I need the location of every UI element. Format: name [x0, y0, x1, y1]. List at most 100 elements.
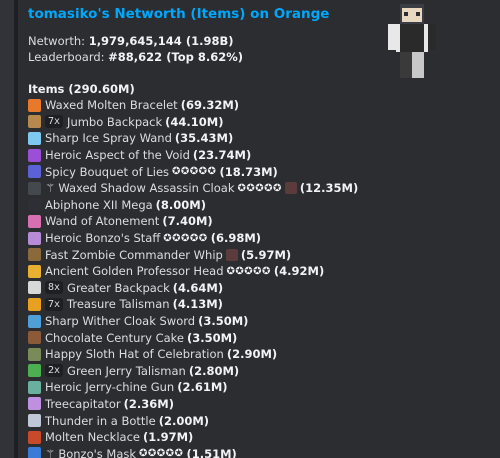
item-row: Spicy Bouquet of Lies ✪✪✪✪✪ (18.73M) — [28, 163, 498, 180]
item-value: (4.92M) — [273, 264, 325, 279]
item-icon — [28, 198, 41, 212]
item-name: Heroic Jerry-chine Gun — [45, 380, 175, 395]
item-quantity: 2x — [45, 364, 64, 378]
item-name: Waxed Shadow Assassin Cloak — [58, 181, 235, 196]
networth-label: Networth: — [28, 34, 86, 48]
item-name: Molten Necklace — [45, 430, 140, 445]
item-value: (18.73M) — [219, 164, 278, 179]
item-prefix-symbol: ⚚ — [45, 181, 56, 196]
item-row: Ancient Golden Professor Head ✪✪✪✪✪ (4.92M… — [28, 263, 498, 280]
item-name: Fast Zombie Commander Whip — [45, 247, 223, 262]
item-row: Heroic Aspect of the Void (23.74M) — [28, 147, 498, 164]
item-row: Waxed Molten Bracelet (69.32M) — [28, 97, 498, 114]
item-name: Wand of Atonement — [45, 214, 160, 229]
item-icon — [28, 248, 41, 262]
item-row: Happy Sloth Hat of Celebration (2.90M) — [28, 346, 498, 363]
items-header: Items (290.60M) — [28, 82, 135, 96]
item-value: (2.00M) — [158, 413, 210, 428]
item-icon — [28, 281, 41, 295]
item-value: (12.35M) — [299, 181, 359, 196]
item-row: Wand of Atonement (7.40M) — [28, 213, 498, 230]
item-icon — [28, 165, 41, 179]
item-row: Fast Zombie Commander Whip (5.97M) — [28, 246, 498, 263]
item-stars: ✪✪✪✪✪ — [237, 182, 282, 194]
item-icon — [28, 447, 41, 458]
item-prefix-symbol: ⚚ — [45, 446, 56, 458]
item-name: Sharp Ice Spray Wand — [45, 131, 172, 146]
item-row: Thunder in a Bottle (2.00M) — [28, 412, 498, 429]
item-row: Sharp Ice Spray Wand (35.43M) — [28, 130, 498, 147]
item-name: Spicy Bouquet of Lies — [45, 164, 170, 179]
item-value: (1.97M) — [142, 430, 194, 445]
networth-value: 1,979,645,144 (1.98B) — [88, 34, 234, 48]
item-value: (4.13M) — [172, 297, 223, 312]
item-icon — [28, 364, 41, 378]
item-name: Ancient Golden Professor Head — [45, 264, 224, 279]
item-name: Jumbo Backpack — [67, 114, 163, 129]
item-value: (3.50M) — [186, 330, 238, 345]
item-name: Sharp Wither Cloak Sword — [45, 314, 196, 329]
item-value: (1.51M) — [186, 446, 237, 458]
item-name: Greater Backpack — [67, 280, 170, 295]
item-row: Abiphone XII Mega (8.00M) — [28, 197, 498, 214]
item-row: ⚚ Waxed Shadow Assassin Cloak ✪✪✪✪✪ (12.35M… — [28, 180, 498, 197]
item-name: Bonzo's Mask — [58, 446, 137, 458]
player-skin-thumbnail — [388, 4, 436, 78]
item-row: 7x Jumbo Backpack (44.10M) — [28, 114, 498, 131]
item-name: Chocolate Century Cake — [45, 330, 184, 345]
item-row: Sharp Wither Cloak Sword (3.50M) — [28, 313, 498, 330]
item-name: Heroic Aspect of the Void — [45, 148, 190, 163]
item-icon — [28, 397, 41, 411]
item-name: Waxed Molten Bracelet — [45, 98, 178, 113]
item-value: (2.36M) — [123, 396, 174, 411]
item-icon — [28, 131, 41, 145]
item-row: Molten Necklace (1.97M) — [28, 429, 498, 446]
item-stars: ✪✪✪✪✪ — [163, 232, 208, 244]
item-quantity: 8x — [45, 281, 64, 295]
item-quantity: 7x — [45, 297, 64, 311]
item-stars: ✪✪✪✪✪ — [139, 448, 184, 458]
item-name: Heroic Bonzo's Staff — [45, 231, 161, 246]
item-value: (4.64M) — [172, 280, 224, 295]
item-value: (69.32M) — [180, 98, 240, 113]
item-row: 7x Treasure Talisman (4.13M) — [28, 296, 498, 313]
item-value: (44.10M) — [165, 114, 224, 129]
pet-item-icon — [225, 248, 238, 261]
leaderboard-label: Leaderboard: — [28, 50, 105, 64]
item-icon — [28, 297, 41, 311]
item-icon — [28, 380, 41, 394]
item-row: ⚚ Bonzo's Mask ✪✪✪✪✪ (1.51M) — [28, 445, 498, 458]
networth-stat: Networth: 1,979,645,144 (1.98B) — [28, 34, 233, 48]
item-row: Heroic Bonzo's Staff ✪✪✪✪✪ (6.98M) — [28, 230, 498, 247]
item-name: Treecapitator — [45, 396, 121, 411]
leaderboard-stat: Leaderboard: #88,622 (Top 8.62%) — [28, 50, 243, 64]
item-icon — [28, 331, 41, 345]
item-value: (3.50M) — [198, 314, 249, 329]
item-icon — [28, 231, 41, 245]
item-row: 8x Greater Backpack (4.64M) — [28, 280, 498, 297]
item-value: (7.40M) — [162, 214, 213, 229]
item-list: Waxed Molten Bracelet (69.32M) 7x Jumbo Bac… — [28, 97, 498, 458]
item-icon — [28, 181, 41, 195]
item-stars: ✪✪✪✪✪ — [226, 265, 271, 277]
networth-embed: tomasiko's Networth (Items) on Orange Ne… — [14, 0, 500, 458]
item-value: (2.61M) — [177, 380, 228, 395]
item-quantity: 7x — [45, 115, 64, 129]
item-row: Treecapitator (2.36M) — [28, 396, 498, 413]
pet-item-icon — [284, 182, 297, 195]
item-value: (2.90M) — [226, 347, 278, 362]
item-icon — [28, 214, 41, 228]
item-row: Chocolate Century Cake (3.50M) — [28, 329, 498, 346]
item-row: Heroic Jerry-chine Gun (2.61M) — [28, 379, 498, 396]
item-icon — [28, 264, 41, 278]
item-row: 2x Green Jerry Talisman (2.80M) — [28, 363, 498, 380]
item-value: (8.00M) — [155, 197, 207, 212]
item-icon — [28, 414, 41, 428]
item-value: (2.80M) — [188, 363, 240, 378]
item-value: (5.97M) — [240, 247, 292, 262]
item-icon — [28, 430, 41, 444]
item-name: Green Jerry Talisman — [67, 363, 186, 378]
item-value: (35.43M) — [174, 131, 234, 146]
item-value: (6.98M) — [210, 231, 262, 246]
leaderboard-value: #88,622 (Top 8.62%) — [108, 50, 244, 64]
